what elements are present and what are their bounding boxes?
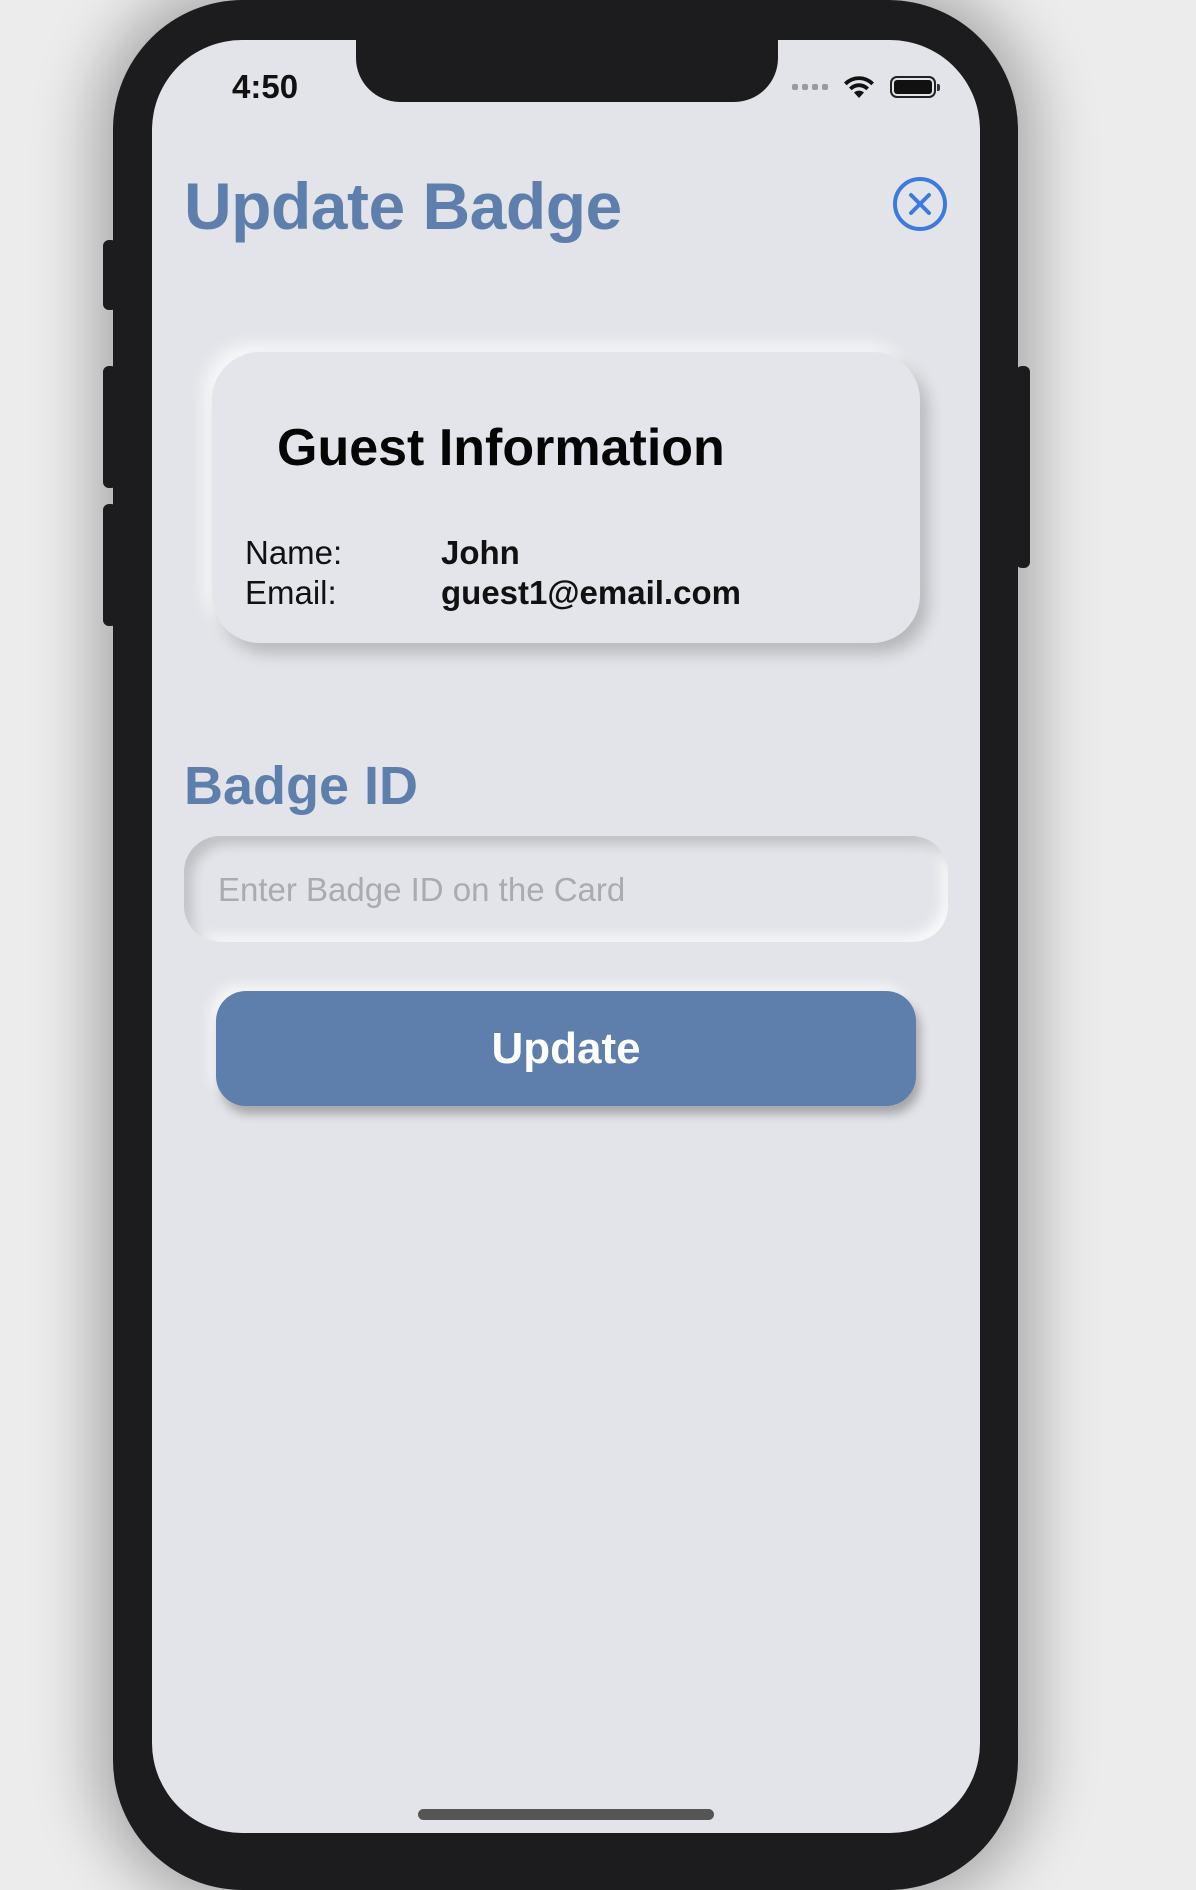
cellular-signal-icon	[792, 84, 828, 90]
close-button[interactable]	[892, 176, 948, 232]
battery-icon	[890, 76, 940, 98]
badge-id-input[interactable]	[216, 836, 920, 944]
badge-id-input-container	[184, 836, 948, 944]
guest-info-title: Guest Information	[277, 419, 725, 477]
status-time: 4:50	[232, 68, 299, 105]
status-icons	[792, 74, 940, 100]
home-indicator	[418, 1809, 714, 1820]
volume-up-button	[103, 366, 117, 488]
guest-info-card: Guest Information Name: John Email: gues…	[212, 352, 920, 643]
guest-name-label: Name:	[245, 534, 343, 571]
notch	[356, 40, 778, 102]
guest-name-value: John	[441, 534, 520, 571]
page-title: Update Badge	[184, 169, 622, 243]
volume-down-button	[103, 504, 117, 626]
mute-switch	[103, 240, 117, 310]
badge-id-label: Badge ID	[184, 756, 419, 816]
guest-email-value: guest1@email.com	[441, 574, 741, 611]
update-button[interactable]: Update	[216, 991, 916, 1106]
close-circle-icon	[893, 177, 947, 231]
guest-email-label: Email:	[245, 574, 337, 611]
app-screen: 4:50 Update Badge Guest Information Name…	[152, 40, 980, 1833]
wifi-icon	[844, 76, 874, 98]
power-button	[1016, 366, 1030, 568]
